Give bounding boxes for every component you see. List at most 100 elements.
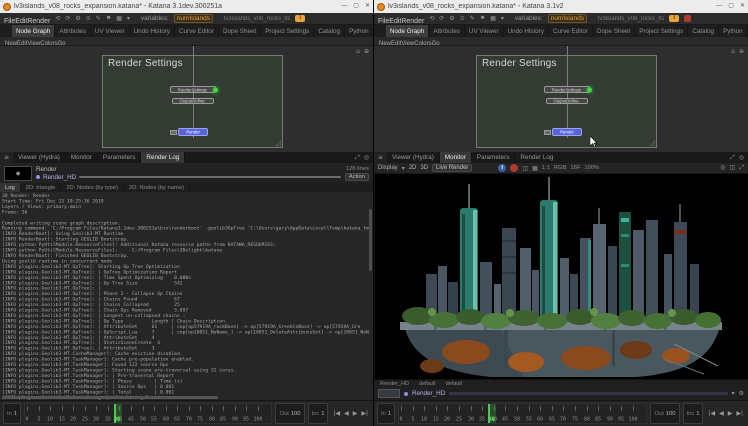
monitor-viewport[interactable] — [374, 174, 748, 379]
main-tab[interactable]: Python — [719, 25, 748, 37]
stop-render-icon[interactable] — [510, 164, 518, 172]
scene-reference[interactable]: lv3islands_v08_rocks_lfs — [598, 16, 664, 22]
channel-value[interactable]: RGB — [554, 165, 567, 171]
viewport-info-item[interactable]: Render_HD — [380, 381, 409, 387]
split-view-icon[interactable]: ◫ — [522, 165, 528, 172]
panel-tab[interactable]: Monitor — [440, 152, 472, 163]
undo-icon[interactable]: ⟲ — [55, 15, 60, 22]
frame-in-field[interactable]: In1 — [377, 403, 395, 424]
main-tab[interactable]: Catalog — [688, 25, 719, 37]
panel-tab[interactable]: Render Log — [515, 152, 559, 163]
resize-grip-icon[interactable]: ◿ — [276, 139, 281, 147]
node-outputdefine[interactable]: OutputDefine — [546, 98, 588, 104]
scene-reference[interactable]: lv3islands_v08_rocks_lfs — [224, 16, 290, 22]
overlay-icon[interactable]: ◎ — [720, 164, 725, 172]
snapshot-icon[interactable]: ◫ — [730, 164, 736, 172]
step-back-icon[interactable]: |◀ — [708, 410, 715, 417]
panel-menu-icon[interactable]: ≡ — [374, 152, 387, 163]
render-log-area[interactable]: 3D Render: Render Start Time: Fri Dec 13… — [0, 192, 373, 400]
render-thumbnail[interactable] — [378, 389, 400, 398]
zoom-level-value[interactable]: 1:1 — [542, 165, 550, 171]
pause-render-icon[interactable]: ‖ — [498, 164, 506, 172]
step-forward-icon[interactable]: ▶| — [361, 410, 368, 417]
log-filter-tab[interactable]: Log — [0, 183, 21, 192]
node-rendersettings[interactable]: RenderSettings — [170, 86, 216, 93]
maximize-icon[interactable]: ▢ — [353, 0, 359, 13]
frame-inc-field[interactable]: Inc1 — [308, 403, 329, 424]
frame-in-field[interactable]: In1 — [3, 403, 21, 424]
grid-icon[interactable]: ▦ — [116, 15, 122, 22]
zoom-in-icon[interactable]: ⊕ — [739, 48, 744, 55]
viewport-info-item[interactable]: default — [446, 381, 463, 387]
search-icon[interactable]: ⊙ — [460, 15, 465, 22]
edit-icon[interactable]: ✎ — [96, 15, 101, 22]
expand-panel-icon[interactable]: ⤢ — [355, 154, 360, 162]
menu-item[interactable]: Render — [27, 18, 50, 25]
play-forward-icon[interactable]: ▶ — [353, 410, 358, 417]
gear-icon[interactable]: ⚙ — [739, 390, 744, 397]
frame-inc-field[interactable]: Inc1 — [683, 403, 704, 424]
panel-tab[interactable]: Parameters — [472, 152, 516, 163]
zoom-in-icon[interactable]: ⊕ — [364, 48, 369, 55]
minimize-icon[interactable]: — — [716, 0, 722, 13]
viewport-info-item[interactable]: default — [419, 381, 436, 387]
view-3d-button[interactable]: 3D — [420, 165, 428, 171]
chevron-down-icon[interactable]: ▾ — [127, 15, 130, 22]
timeline-playhead[interactable]: 36 — [488, 404, 496, 423]
render-thumbnail[interactable]: ◆ — [4, 166, 32, 181]
minimize-icon[interactable]: — — [341, 0, 347, 13]
view-2d-button[interactable]: 2D — [409, 165, 417, 171]
maximize-icon[interactable]: ▢ — [728, 0, 734, 13]
panel-tab[interactable]: Monitor — [66, 152, 98, 163]
render-settings-group[interactable]: Render Settings RenderSettings OutputDef… — [102, 55, 283, 148]
menu-item[interactable]: File — [378, 18, 389, 25]
display-dropdown[interactable]: Display — [378, 165, 398, 171]
flag-icon[interactable]: ⚑ — [106, 15, 111, 22]
stop-render-icon[interactable] — [684, 15, 691, 22]
main-tab[interactable]: Dope Sheet — [593, 25, 635, 37]
menu-item[interactable]: File — [4, 18, 15, 25]
expand-view-icon[interactable]: ⤢ — [739, 164, 744, 172]
menu-item[interactable]: Edit — [389, 18, 401, 25]
frame-all-icon[interactable]: ⌂ — [731, 48, 735, 55]
main-tab[interactable]: Curve Editor — [549, 25, 593, 37]
node-graph-canvas[interactable]: ⌂ ⊕ Render Settings RenderSettings Outpu… — [0, 46, 373, 152]
log-filter-tab[interactable]: 2D: Nodes (by name) — [124, 183, 190, 192]
play-back-icon[interactable]: ◀ — [344, 410, 349, 417]
render-status-icon[interactable]: ‖ — [295, 15, 305, 22]
play-back-icon[interactable]: ◀ — [719, 410, 724, 417]
timeline-ruler[interactable]: 0510152025303540455055606570758085909510… — [24, 403, 272, 424]
frame-out-field[interactable]: Out100 — [275, 403, 304, 424]
viewed-node-indicator-icon[interactable] — [213, 87, 218, 92]
main-tab[interactable]: Catalog — [314, 25, 345, 37]
panel-options-icon[interactable]: ◎ — [364, 154, 369, 161]
chevron-down-icon[interactable]: ▾ — [732, 390, 735, 397]
frame-all-icon[interactable]: ⌂ — [356, 48, 360, 55]
panel-tab[interactable]: Parameters — [98, 152, 142, 163]
variables-dropdown[interactable]: numIslands — [548, 14, 587, 23]
main-tab[interactable]: Undo History — [130, 25, 175, 37]
render-item-name[interactable]: Render_HD — [43, 174, 76, 181]
expand-panel-icon[interactable]: ⤢ — [730, 154, 735, 162]
menu-item[interactable]: Render — [401, 18, 424, 25]
close-icon[interactable]: ✕ — [365, 0, 370, 13]
main-tab[interactable]: Undo History — [504, 25, 549, 37]
main-tab[interactable]: Dope Sheet — [219, 25, 261, 37]
gear-icon[interactable]: ⚙ — [75, 15, 80, 22]
close-icon[interactable]: ✕ — [740, 0, 745, 13]
search-icon[interactable]: ⊙ — [86, 15, 91, 22]
panel-options-icon[interactable]: ◎ — [739, 154, 744, 161]
menu-item[interactable]: Edit — [15, 18, 27, 25]
log-horizontal-scrollbar[interactable] — [2, 396, 218, 399]
gear-icon[interactable]: ⚙ — [449, 15, 454, 22]
render-log-text[interactable]: 3D Render: Render Start Time: Fri Dec 13… — [0, 192, 373, 400]
node-outputdefine[interactable]: OutputDefine — [172, 98, 214, 104]
main-tab[interactable]: Project Settings — [635, 25, 688, 37]
main-tab[interactable]: Python — [345, 25, 373, 37]
edit-icon[interactable]: ✎ — [470, 15, 475, 22]
node-graph-canvas[interactable]: ⌂ ⊕ Render Settings RenderSettings Outpu… — [374, 46, 748, 152]
node-rendersettings[interactable]: RenderSettings — [544, 86, 590, 93]
timeline-ruler[interactable]: 0510152025303540455055606570758085909510… — [398, 403, 647, 424]
frame-out-field[interactable]: Out100 — [650, 403, 679, 424]
resize-grip-icon[interactable]: ◿ — [650, 139, 655, 147]
